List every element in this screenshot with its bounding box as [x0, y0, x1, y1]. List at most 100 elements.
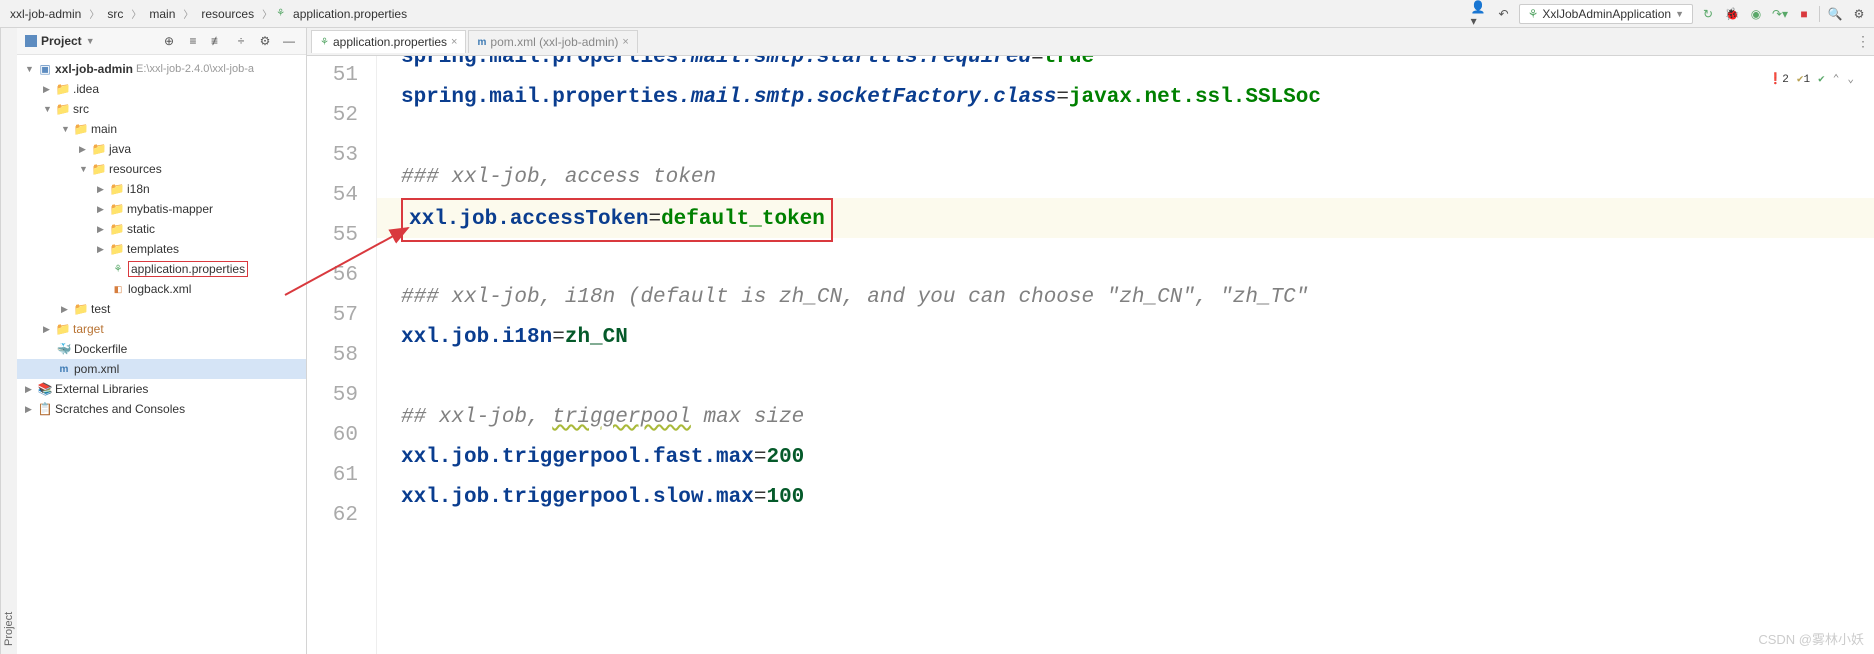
tab-appprops[interactable]: ⚘ application.properties × [311, 30, 466, 53]
code-line: ## xxl-job, triggerpool max size [401, 398, 1874, 438]
run-config-select[interactable]: ⚘ XxlJobAdminApplication ▼ [1519, 4, 1693, 24]
tree-src[interactable]: ▼ 📁 src [17, 99, 306, 119]
project-tree: ▼ ▣ xxl-job-admin E:\xxl-job-2.4.0\xxl-j… [17, 55, 306, 423]
separator [1819, 6, 1820, 22]
panel-icons: ⊕ ≡ ≢ ÷ ⚙ — [160, 32, 298, 50]
status-indicators: ❗2 ✔1 ✔ ⌃ ⌄ [1769, 60, 1854, 100]
line-number: 60 [307, 416, 358, 456]
tab-pom[interactable]: m pom.xml (xxl-job-admin) × [468, 30, 637, 53]
tree-root[interactable]: ▼ ▣ xxl-job-admin E:\xxl-job-2.4.0\xxl-j… [17, 59, 306, 79]
crumb-src[interactable]: src [103, 5, 127, 23]
crumb-resources[interactable]: resources [197, 5, 258, 23]
search-icon[interactable]: 🔍 [1826, 5, 1844, 23]
line-number: 57 [307, 296, 358, 336]
editor-area: ⚘ application.properties × m pom.xml (xx… [307, 28, 1874, 654]
profile-icon[interactable]: ↷▾ [1771, 5, 1789, 23]
chevron-down-icon[interactable]: ⌄ [1847, 60, 1854, 100]
arrow-right-icon: ▶ [79, 144, 89, 155]
arrow-right-icon: ▶ [97, 204, 107, 215]
tree-label: src [73, 102, 89, 116]
folder-icon: 📁 [110, 242, 124, 256]
arrow-right-icon: ▶ [43, 84, 53, 95]
watermark: CSDN @雾林小妖 [1758, 629, 1864, 648]
locate-icon[interactable]: ⊕ [160, 32, 178, 50]
error-icon[interactable]: ❗2 [1769, 60, 1789, 100]
ok-icon[interactable]: ✔ [1818, 60, 1825, 100]
user-icon[interactable]: 👤▾ [1471, 5, 1489, 23]
tree-label: logback.xml [128, 282, 191, 296]
folder-icon: 📁 [110, 202, 124, 216]
tree-templates[interactable]: ▶ 📁 templates [17, 239, 306, 259]
tree-i18n[interactable]: ▶ 📁 i18n [17, 179, 306, 199]
folder-icon: 📁 [56, 82, 70, 96]
project-side-tab[interactable]: Project [0, 28, 17, 654]
code-line: xxl.job.triggerpool.slow.max=100 [401, 478, 1874, 518]
breadcrumb: xxl-job-admin 〉 src 〉 main 〉 resources 〉… [6, 5, 1471, 23]
code-line-highlighted: xxl.job.accessToken=default_token [377, 198, 1874, 238]
toolbar-actions: 👤▾ ↶ ⚘ XxlJobAdminApplication ▼ ↻ 🐞 ◉ ↷▾… [1471, 4, 1868, 24]
warning-icon[interactable]: ✔1 [1797, 60, 1810, 100]
tree-mybatis[interactable]: ▶ 📁 mybatis-mapper [17, 199, 306, 219]
close-icon[interactable]: × [451, 36, 457, 48]
arrow-right-icon: ▶ [97, 224, 107, 235]
tree-label: External Libraries [55, 382, 148, 396]
stop-icon[interactable]: ■ [1795, 5, 1813, 23]
line-number: 56 [307, 256, 358, 296]
arrow-right-icon: ▶ [97, 244, 107, 255]
arrow-right-icon: ▶ [25, 384, 35, 395]
code-editor[interactable]: 51 52 53 54 55 56 57 58 59 60 61 62 ❗2 ✔… [307, 56, 1874, 654]
tree-label: .idea [73, 82, 99, 96]
maven-icon: m [57, 362, 71, 376]
back-icon[interactable]: ↶ [1495, 5, 1513, 23]
close-icon[interactable]: × [622, 36, 628, 48]
chevron-up-icon[interactable]: ⌃ [1833, 60, 1840, 100]
properties-icon: ⚘ [276, 8, 285, 19]
module-icon: ▣ [38, 62, 52, 76]
tree-label: main [91, 122, 117, 136]
coverage-icon[interactable]: ◉ [1747, 5, 1765, 23]
tree-appprops[interactable]: ⚘ application.properties [17, 259, 306, 279]
crumb-main[interactable]: main [145, 5, 179, 23]
tree-pom[interactable]: m pom.xml [17, 359, 306, 379]
arrow-down-icon: ▼ [61, 124, 71, 134]
collapse-icon[interactable]: ≢ [208, 32, 226, 50]
gear-icon[interactable]: ⚙ [1850, 5, 1868, 23]
tree-logback[interactable]: ◧ logback.xml [17, 279, 306, 299]
divide-icon[interactable]: ÷ [232, 32, 250, 50]
code-lines: ❗2 ✔1 ✔ ⌃ ⌄ spring.mail.properties.mail.… [377, 56, 1874, 654]
expand-icon[interactable]: ≡ [184, 32, 202, 50]
tree-extlib[interactable]: ▶ 📚 External Libraries [17, 379, 306, 399]
gear-icon[interactable]: ⚙ [256, 32, 274, 50]
tree-scratches[interactable]: ▶ 📋 Scratches and Consoles [17, 399, 306, 419]
tree-resources[interactable]: ▼ 📁 resources [17, 159, 306, 179]
tree-static[interactable]: ▶ 📁 static [17, 219, 306, 239]
tree-label: target [73, 322, 104, 336]
crumb-root[interactable]: xxl-job-admin [6, 5, 85, 23]
code-line: spring.mail.properties.mail.smtp.socketF… [401, 78, 1874, 118]
debug-icon[interactable]: 🐞 [1723, 5, 1741, 23]
gutter: 51 52 53 54 55 56 57 58 59 60 61 62 [307, 56, 377, 654]
tree-java[interactable]: ▶ 📁 java [17, 139, 306, 159]
tree-dockerfile[interactable]: 🐳 Dockerfile [17, 339, 306, 359]
line-number: 52 [307, 96, 358, 136]
more-icon[interactable]: ⋮ [1852, 33, 1874, 50]
panel-title[interactable]: Project ▼ [25, 34, 160, 48]
panel-header: Project ▼ ⊕ ≡ ≢ ÷ ⚙ — [17, 28, 306, 55]
tree-target[interactable]: ▶ 📁 target [17, 319, 306, 339]
navigation-bar: xxl-job-admin 〉 src 〉 main 〉 resources 〉… [0, 0, 1874, 28]
project-panel: Project ▼ ⊕ ≡ ≢ ÷ ⚙ — ▼ ▣ xxl-job-admin … [17, 28, 307, 654]
tree-idea[interactable]: ▶ 📁 .idea [17, 79, 306, 99]
tree-label: static [127, 222, 155, 236]
tree-test[interactable]: ▶ 📁 test [17, 299, 306, 319]
line-number: 53 [307, 136, 358, 176]
code-line [401, 118, 1874, 158]
tree-label: xxl-job-admin [55, 62, 133, 76]
code-line: xxl.job.i18n=zh_CN [401, 318, 1874, 358]
crumb-file[interactable]: application.properties [289, 5, 411, 23]
tab-label: pom.xml (xxl-job-admin) [490, 35, 618, 49]
hide-icon[interactable]: — [280, 32, 298, 50]
tree-main[interactable]: ▼ 📁 main [17, 119, 306, 139]
scratches-icon: 📋 [38, 402, 52, 416]
reload-icon[interactable]: ↻ [1699, 5, 1717, 23]
line-number: 51 [307, 56, 358, 96]
